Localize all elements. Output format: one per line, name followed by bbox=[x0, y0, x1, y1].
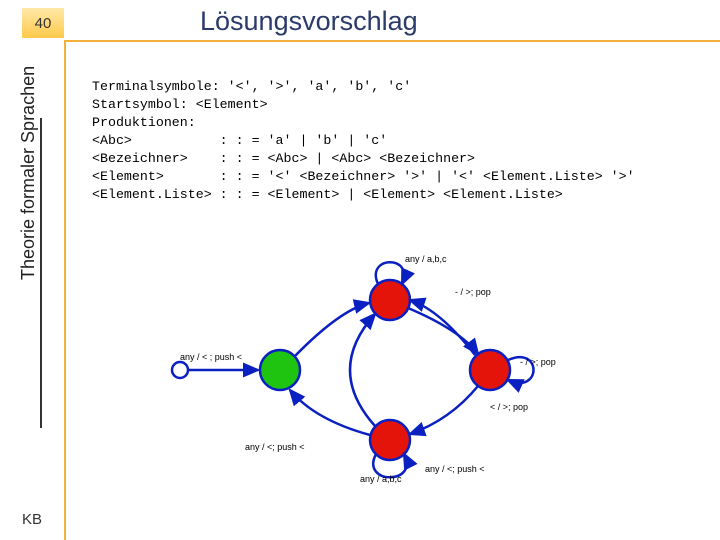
grammar-block: Terminalsymbole: '<', '>', 'a', 'b', 'c'… bbox=[92, 78, 712, 204]
state-green bbox=[260, 350, 300, 390]
label-bottom-left: any / <; push < bbox=[245, 442, 305, 452]
automaton-diagram: any / a,b,c - / >; pop any / < ; push < … bbox=[150, 250, 580, 490]
side-label: Theorie formaler Sprachen bbox=[18, 0, 39, 280]
footer-author: KB bbox=[22, 511, 42, 528]
grammar-line: <Abc> : : = 'a' | 'b' | 'c' bbox=[92, 133, 387, 148]
label-bottom-mid: any / a,b,c bbox=[360, 474, 402, 484]
edge-green-top bbox=[295, 303, 369, 356]
grammar-line: <Element> : : = '<' <Bezeichner> '>' | '… bbox=[92, 169, 635, 184]
divider-vertical bbox=[64, 40, 66, 540]
label-top-self: any / a,b,c bbox=[405, 254, 447, 264]
edge-bottom-green bbox=[290, 390, 370, 435]
grammar-line: Startsymbol: <Element> bbox=[92, 97, 268, 112]
side-label-underline bbox=[40, 118, 42, 428]
label-left-in: any / < ; push < bbox=[180, 352, 242, 362]
grammar-line: Terminalsymbole: '<', '>', 'a', 'b', 'c' bbox=[92, 79, 411, 94]
label-bottom-right: any / <; push < bbox=[425, 464, 485, 474]
label-top-right: - / >; pop bbox=[455, 287, 491, 297]
label-right-self: - / >; pop bbox=[520, 357, 556, 367]
grammar-line: Produktionen: bbox=[92, 115, 196, 130]
edge-bottom-top bbox=[350, 314, 375, 426]
label-right-down: < / >; pop bbox=[490, 402, 528, 412]
grammar-line: <Bezeichner> : : = <Abc> | <Abc> <Bezeic… bbox=[92, 151, 475, 166]
edge-right-top bbox=[410, 300, 475, 355]
edge-right-bottom bbox=[410, 386, 478, 434]
slide-title: Lösungsvorschlag bbox=[200, 6, 418, 37]
state-right bbox=[470, 350, 510, 390]
divider-horizontal bbox=[64, 40, 720, 42]
state-top bbox=[370, 280, 410, 320]
state-initial bbox=[172, 362, 188, 378]
grammar-line: <Element.Liste> : : = <Element> | <Eleme… bbox=[92, 187, 563, 202]
